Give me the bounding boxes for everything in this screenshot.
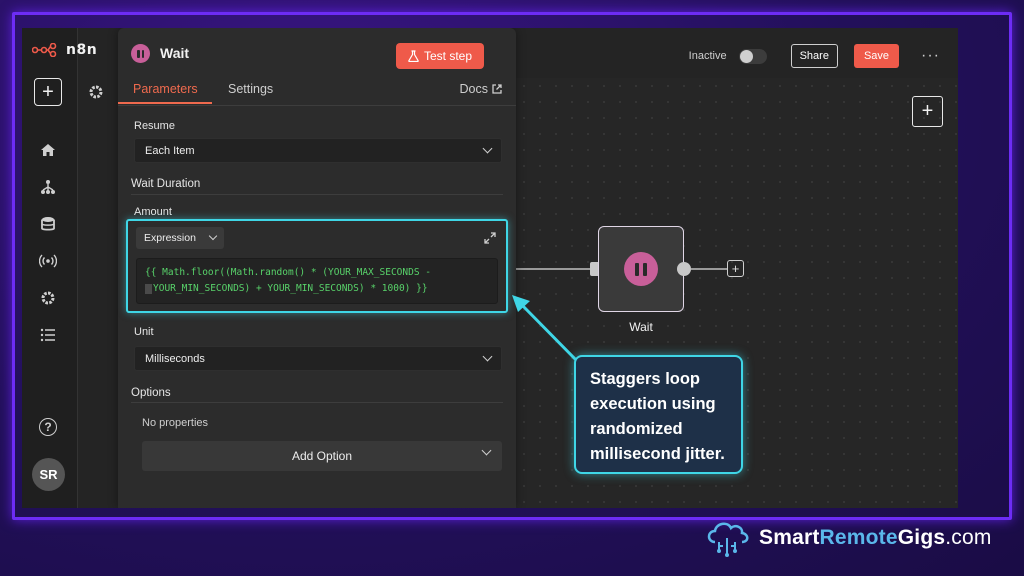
brand-smart: Smart	[759, 526, 820, 549]
external-link-icon	[492, 84, 502, 94]
pause-icon	[131, 44, 150, 63]
workflow-actions: Inactive Share Save ···	[689, 44, 940, 68]
add-option-button[interactable]: Add Option	[142, 441, 502, 471]
callout-line-4: millisecond jitter.	[590, 445, 725, 463]
list-icon[interactable]	[38, 325, 58, 345]
expression-mode-select[interactable]: Expression	[136, 227, 224, 249]
node-title[interactable]: Wait	[160, 45, 189, 61]
resume-select[interactable]: Each Item	[134, 138, 502, 163]
broadcast-icon[interactable]	[38, 251, 58, 271]
unit-label: Unit	[134, 326, 154, 338]
resume-label: Resume	[134, 120, 175, 132]
chevron-down-icon	[208, 231, 218, 241]
logo-text: n8n	[66, 42, 98, 58]
sidebar: n8n + ? SR	[22, 28, 97, 508]
avatar[interactable]: SR	[32, 458, 65, 491]
docs-label: Docs	[459, 82, 488, 96]
panel-header: Wait Test step	[118, 28, 516, 80]
options-heading: Options	[131, 387, 171, 399]
wait-node[interactable]	[598, 226, 684, 312]
add-next-node-button[interactable]: +	[727, 260, 744, 277]
active-status-label: Inactive	[688, 50, 727, 62]
divider	[131, 194, 503, 195]
home-icon[interactable]	[38, 140, 58, 160]
settings-icon[interactable]	[38, 288, 58, 308]
save-button[interactable]: Save	[853, 44, 900, 68]
text-cursor	[145, 283, 152, 294]
unit-select[interactable]: Milliseconds	[134, 346, 502, 371]
n8n-logo-icon	[32, 43, 57, 57]
expression-line-2: YOUR_MIN_SECONDS) + YOUR_MIN_SECONDS) * …	[153, 283, 428, 294]
test-step-button[interactable]: Test step	[396, 43, 484, 69]
node-label: Wait	[629, 320, 653, 334]
node-details-panel: Wait Test step Parameters Settings Docs …	[118, 28, 516, 508]
more-options-icon[interactable]: ···	[921, 47, 940, 65]
workflows-icon[interactable]	[38, 177, 58, 197]
node-input-handle[interactable]	[590, 262, 598, 276]
callout-line-2: execution using	[590, 395, 716, 413]
chevron-down-icon	[482, 143, 493, 154]
database-icon[interactable]	[38, 214, 58, 234]
add-node-button[interactable]: +	[912, 96, 943, 127]
annotation-callout: Staggers loop execution using randomized…	[574, 355, 743, 474]
wait-duration-heading: Wait Duration	[131, 178, 201, 190]
create-button[interactable]: +	[34, 78, 62, 106]
docs-link[interactable]: Docs	[460, 82, 502, 96]
callout-line-1: Staggers loop	[590, 370, 701, 388]
tab-settings[interactable]: Settings	[228, 82, 273, 96]
cloud-circuit-icon	[707, 522, 749, 557]
brand-remote: Remote	[819, 526, 898, 549]
brand-name: SmartRemoteGigs.com	[759, 526, 992, 550]
amount-label: Amount	[134, 206, 172, 218]
divider	[131, 402, 503, 403]
node-output-handle[interactable]	[677, 262, 691, 276]
expression-editor[interactable]: {{ Math.floor((Math.random() * (YOUR_MAX…	[136, 258, 498, 304]
amount-expression-field[interactable]: Expression {{ Math.floor((Math.random() …	[126, 219, 508, 313]
brand-domain: .com	[945, 526, 992, 549]
expression-line-1: {{ Math.floor((Math.random() * (YOUR_MAX…	[145, 267, 431, 278]
n8n-editor: n8n + ? SR Inactive Share Save ··· + + W…	[22, 28, 958, 508]
expression-mode-value: Expression	[144, 232, 196, 244]
help-icon[interactable]: ?	[39, 418, 57, 436]
outgoing-connection	[691, 268, 727, 270]
brand-watermark: SmartRemoteGigs.com	[703, 518, 992, 558]
pause-icon	[624, 252, 658, 286]
expand-icon[interactable]	[484, 231, 496, 249]
brand-gigs: Gigs	[897, 526, 946, 549]
active-toggle[interactable]	[738, 48, 767, 64]
expression-line-2-wrap: YOUR_MIN_SECONDS) + YOUR_MIN_SECONDS) * …	[145, 281, 489, 297]
callout-line-3: randomized	[590, 420, 683, 438]
chevron-down-icon	[482, 351, 493, 362]
no-properties-text: No properties	[142, 417, 209, 429]
test-step-label: Test step	[423, 49, 473, 63]
resume-value: Each Item	[145, 144, 195, 157]
chevron-down-icon	[481, 445, 492, 456]
flask-icon	[408, 50, 419, 62]
share-button[interactable]: Share	[790, 44, 838, 68]
unit-value: Milliseconds	[145, 352, 205, 365]
active-tab-indicator	[118, 102, 212, 104]
n8n-logo[interactable]: n8n	[32, 42, 97, 58]
add-option-label: Add Option	[291, 449, 353, 463]
workflow-settings-icon[interactable]	[88, 84, 104, 105]
panel-tabs: Parameters Settings Docs	[118, 78, 516, 106]
incoming-connection	[516, 268, 598, 270]
tab-parameters[interactable]: Parameters	[133, 82, 198, 96]
